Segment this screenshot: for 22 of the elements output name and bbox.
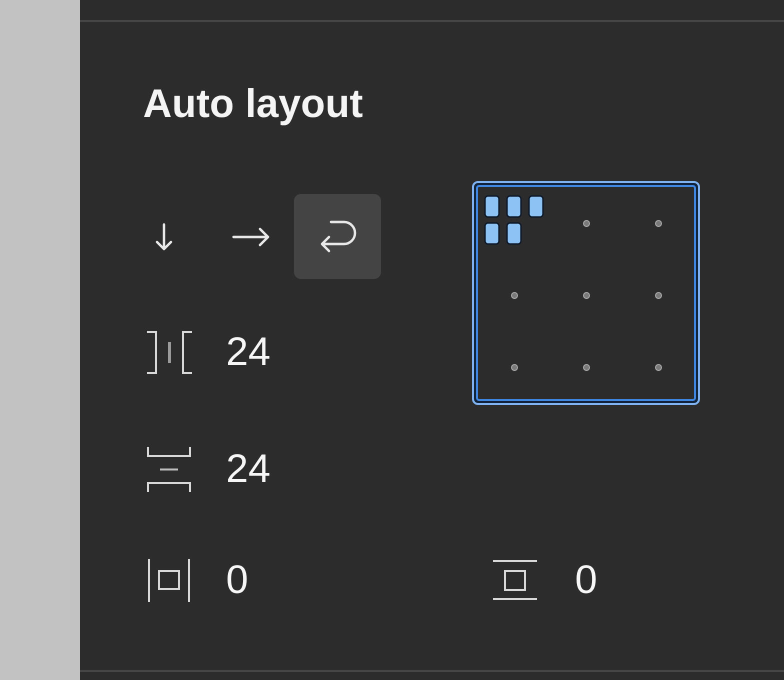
horizontal-padding-field[interactable]: 0	[226, 556, 316, 604]
horizontal-gap-icon	[146, 330, 192, 374]
dot-icon	[582, 220, 590, 226]
wrap-preview-icon	[484, 195, 544, 245]
vertical-padding-icon	[493, 560, 537, 600]
dot-icon	[510, 292, 518, 298]
vertical-padding-field[interactable]: 0	[575, 556, 665, 604]
horizontal-gap-field[interactable]: 24	[226, 328, 316, 376]
right-arrow-icon	[232, 226, 270, 246]
dot-icon	[582, 292, 590, 298]
wrap-direction-button[interactable]	[294, 194, 381, 279]
horizontal-padding-icon	[148, 558, 190, 602]
section-title: Auto layout	[143, 81, 363, 128]
dot-icon	[582, 364, 590, 370]
dot-icon	[654, 292, 662, 298]
dot-icon	[654, 220, 662, 226]
vertical-gap-field[interactable]: 24	[226, 445, 316, 493]
down-arrow-icon	[154, 222, 172, 250]
vertical-gap-icon	[147, 446, 191, 492]
wrap-arrow-icon	[318, 220, 356, 253]
dot-icon	[510, 364, 518, 370]
dot-icon	[654, 364, 662, 370]
